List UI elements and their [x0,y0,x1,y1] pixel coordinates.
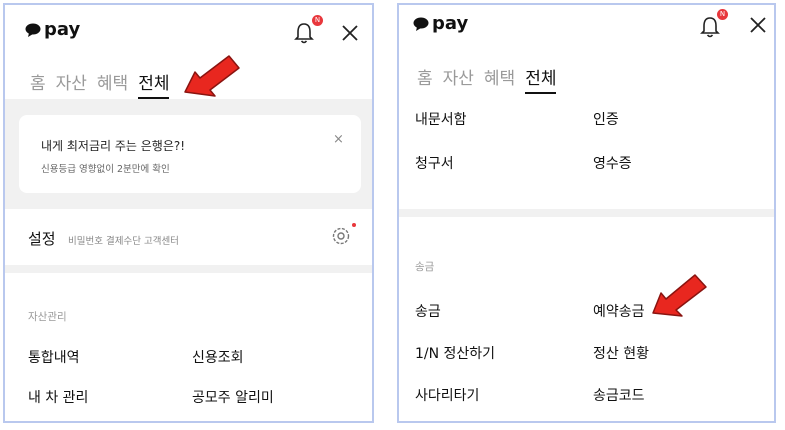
tab-bar: 홈 자산 혜택 전체 [30,69,170,99]
notification-badge: N [312,15,323,26]
tab-home[interactable]: 홈 [417,64,433,94]
notification-badge: N [717,9,728,20]
tab-benefits[interactable]: 혜택 [97,69,128,99]
speech-bubble-icon [25,23,41,37]
logo-text: pay [432,13,469,34]
tab-bar: 홈 자산 혜택 전체 [417,64,557,94]
red-arrow-icon [184,55,240,97]
tab-assets[interactable]: 자산 [56,69,87,99]
menu-item-my-car[interactable]: 내 차 관리 [28,387,88,407]
pay-logo[interactable]: pay [413,13,468,34]
transfer-section-label: 송금 [415,261,435,273]
section-divider [5,265,372,273]
header: pay N [399,5,774,63]
menu-item-transfer-code[interactable]: 송금코드 [593,385,645,405]
menu-item-my-documents[interactable]: 내문서함 [415,109,467,129]
bell-icon[interactable] [699,15,721,39]
settings-subtitle: 비밀번호 결제수단 고객센터 [68,236,179,247]
tab-home[interactable]: 홈 [30,69,46,99]
menu-item-transfer[interactable]: 송금 [415,301,441,321]
tab-assets[interactable]: 자산 [443,64,474,94]
menu-item-ipo-alert[interactable]: 공모주 알리미 [192,387,274,407]
red-arrow-icon [652,274,707,317]
banner-close-icon[interactable]: × [333,132,344,147]
menu-item-certification[interactable]: 인증 [593,109,619,129]
menu-item-ladder-game[interactable]: 사다리타기 [415,385,479,405]
gear-icon[interactable] [330,225,352,247]
pay-logo[interactable]: pay [25,19,80,40]
menu-item-bills[interactable]: 청구서 [415,153,454,173]
menu-item-settlement-status[interactable]: 정산 현황 [593,343,649,363]
right-panel: pay N 홈 자산 혜택 전체 내문서함 인증 청구서 영수증 송금 송금 예… [397,3,776,423]
settings-notification-dot [352,223,356,227]
asset-section-label: 자산관리 [28,311,67,323]
close-icon[interactable] [341,24,359,42]
settings-row[interactable]: 설정 비밀번호 결제수단 고객센터 [5,209,372,265]
settings-title: 설정 [28,230,56,248]
menu-item-receipts[interactable]: 영수증 [593,153,632,173]
menu-item-integrated-history[interactable]: 통합내역 [28,347,80,367]
promo-banner[interactable]: 내게 최저금리 주는 은행은?! 신용등급 영향없이 2분만에 확인 × [19,115,361,193]
speech-bubble-icon [413,17,429,31]
logo-text: pay [44,19,81,40]
tab-all[interactable]: 전체 [138,69,170,99]
close-icon[interactable] [749,16,767,34]
tab-benefits[interactable]: 혜택 [484,64,515,94]
banner-title: 내게 최저금리 주는 은행은?! [41,139,186,153]
menu-item-scheduled-transfer[interactable]: 예약송금 [593,301,645,321]
section-divider [399,209,774,217]
tab-all[interactable]: 전체 [525,64,557,94]
banner-subtitle: 신용등급 영향없이 2분만에 확인 [41,164,170,175]
menu-item-split-bill[interactable]: 1/N 정산하기 [415,343,495,363]
menu-item-credit-check[interactable]: 신용조회 [192,347,244,367]
bell-icon[interactable] [293,21,315,45]
left-panel: pay N 홈 자산 혜택 전체 내게 최저금리 주는 은행은?! 신용등급 영… [3,3,374,423]
